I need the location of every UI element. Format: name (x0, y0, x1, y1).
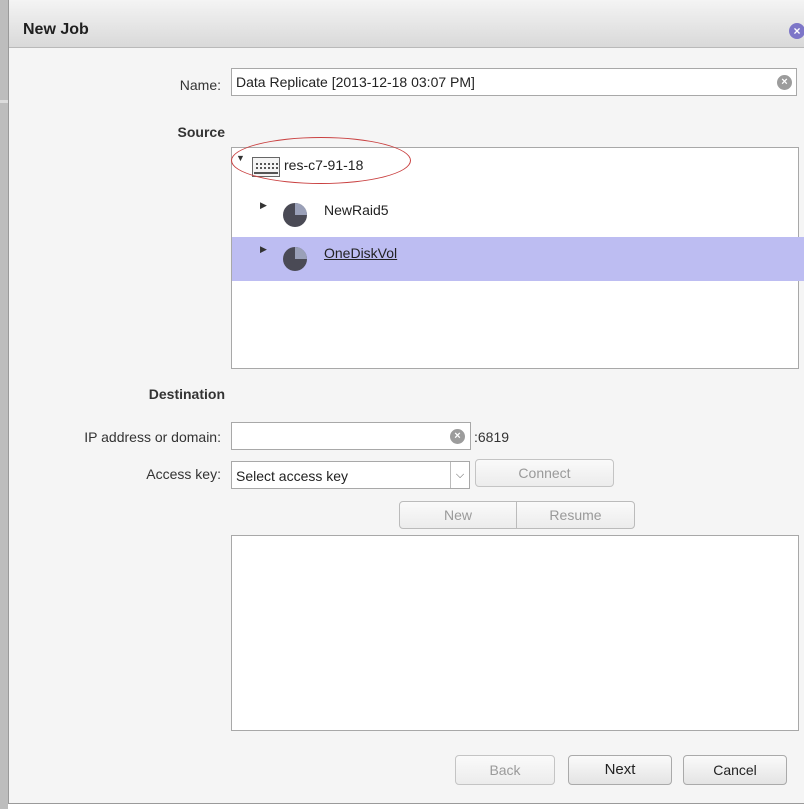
ip-address-label: IP address or domain: (84, 429, 221, 445)
ip-address-input[interactable]: × (231, 422, 471, 450)
source-heading: Source (177, 124, 225, 140)
cancel-button[interactable]: Cancel (683, 755, 787, 785)
volume-icon (283, 203, 307, 227)
new-button[interactable]: New (399, 501, 517, 529)
resume-button[interactable]: Resume (516, 501, 635, 529)
close-icon[interactable]: × (789, 23, 804, 39)
expand-icon[interactable]: ▶ (260, 244, 267, 255)
tree-item-newraid5[interactable]: ▶ NewRaid5 (232, 193, 804, 237)
dialog-title-bar: New Job × (9, 0, 804, 48)
source-tree-panel: ▼ res-c7-91-18 ▶ NewRaid5 ▶ OneDiskVol (231, 137, 804, 369)
connect-button[interactable]: Connect (475, 459, 614, 487)
clear-icon[interactable]: × (777, 75, 792, 90)
name-input-value: Data Replicate [2013-12-18 03:07 PM] (236, 74, 475, 90)
new-job-dialog: New Job × Name: Data Replicate [2013-12-… (8, 0, 804, 804)
clear-icon[interactable]: × (450, 429, 465, 444)
next-button[interactable]: Next (568, 755, 672, 785)
port-label: :6819 (474, 429, 510, 445)
tree-item-host[interactable]: ▼ res-c7-91-18 (231, 137, 804, 192)
access-key-select[interactable]: Select access key ⌵ (231, 461, 470, 489)
access-key-label: Access key: (146, 466, 221, 482)
tree-item-label: OneDiskVol (324, 245, 398, 261)
background-window-divider (0, 100, 8, 103)
chevron-down-icon[interactable]: ⌵ (450, 462, 469, 488)
destination-tree-panel (231, 535, 799, 731)
tree-item-label: NewRaid5 (324, 202, 389, 218)
destination-heading: Destination (148, 386, 225, 402)
access-key-select-value: Select access key (236, 468, 349, 484)
expand-icon[interactable]: ▶ (260, 200, 267, 211)
back-button[interactable]: Back (455, 755, 555, 785)
highlight-annotation (231, 137, 411, 184)
tree-item-onediskvol[interactable]: ▶ OneDiskVol (232, 237, 804, 281)
dialog-title: New Job (23, 21, 89, 38)
volume-icon (283, 247, 307, 271)
name-label: Name: (179, 77, 221, 93)
background-window-edge (0, 0, 8, 809)
name-input[interactable]: Data Replicate [2013-12-18 03:07 PM] × (231, 68, 797, 96)
